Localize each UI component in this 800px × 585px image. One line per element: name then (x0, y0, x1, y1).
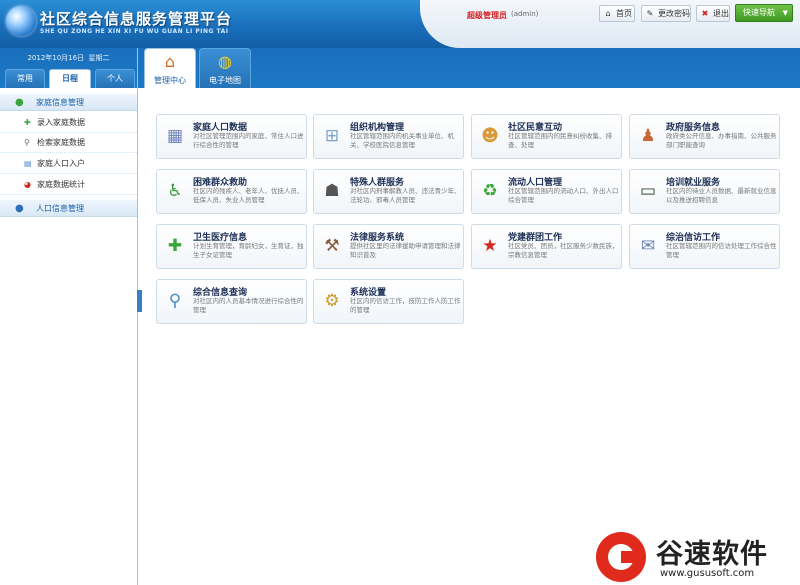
document-icon: ▤ (24, 159, 32, 168)
sidebar-item-label: 家庭数据统计 (37, 180, 85, 189)
module-description: 社区内的待业人员数据、最新就业信息以及推送招聘信息 (666, 187, 777, 204)
sidebar-item-label: 家庭人口入户 (37, 159, 85, 168)
watermark-url: www.gususoft.com (660, 568, 755, 579)
menu-group-population-info[interactable]: ● 人口信息管理 (0, 199, 137, 217)
chevron-down-icon: ▼ (782, 9, 788, 17)
sidebar-tab-personal[interactable]: 个人 (95, 69, 135, 88)
tab-label: 电子地图 (209, 76, 241, 85)
tab-management-center[interactable]: ⌂ 管理中心 (144, 48, 196, 88)
module-description: 对社区管理范围内的家庭、常住人口进行综合性的管理 (193, 132, 304, 149)
logo-globe-icon (6, 6, 36, 36)
module-description: 政府类公开信息、办事指南、公共服务部门职能查询 (666, 132, 777, 149)
date-text: 2012年10月16日 (27, 54, 85, 62)
search-icon: ⚲ (24, 138, 30, 147)
module-card[interactable]: ⚙ 系统设置 社区内的信访工作，技防工作人防工作的管理 (313, 279, 464, 324)
weekday-text: 星期二 (88, 54, 110, 62)
home-button-label: 首页 (616, 9, 632, 18)
module-description: 社区管辖范围内的机关事业单位、机关、学校医院信息管理 (350, 132, 454, 149)
settings-icon: ⚙ (324, 291, 340, 311)
change-password-button[interactable]: ✎ 更改密码 (641, 5, 691, 22)
sidebar-item-enter-family-data[interactable]: ✚ 录入家庭数据 (0, 113, 137, 133)
home-button[interactable]: ⌂ 首页 (599, 5, 635, 22)
pie-chart-icon: ◕ (24, 180, 31, 189)
sidebar: 2012年10月16日 星期二 常用 日程 个人 ● 家庭信息管理 ✚ 录入家庭… (0, 48, 138, 585)
sidebar-item-family-registration[interactable]: ▤ 家庭人口入户 (0, 154, 137, 174)
module-card[interactable]: ⚒ 法律服务系统 提供社区里的法律援助申请管理和法律知识普及 (313, 224, 464, 269)
change-password-label: 更改密码 (658, 9, 690, 18)
quick-nav-button[interactable]: 快速导航 ▼ (735, 4, 793, 22)
module-description: 社区内的残疾人、老年人、优抚人员、低保人员、失业人员管理 (193, 187, 304, 204)
close-icon: ✖ (701, 9, 709, 18)
module-description: 社区党员、团员，社区服务少数民族，宗教信息管理 (508, 242, 619, 259)
sidebar-item-search-family-data[interactable]: ⚲ 检索家庭数据 (0, 133, 137, 153)
watermark: 谷速软件 www.gususoft.com (596, 528, 800, 585)
gavel-icon: ⚒ (324, 236, 340, 256)
module-description: 计划生育管理，育龄妇女，生育证，独生子女证管理 (193, 242, 304, 259)
module-card[interactable]: ✉ 综治信访工作 社区管辖范围内的信访处理工作综合性管理 (629, 224, 780, 269)
menu-group-family-info[interactable]: ● 家庭信息管理 (0, 93, 137, 111)
menu-group-label: 人口信息管理 (36, 204, 84, 213)
org-chart-icon: ⊞ (324, 126, 340, 146)
sidebar-tab-common[interactable]: 常用 (5, 69, 45, 88)
sidebar-item-label: 检索家庭数据 (37, 138, 85, 147)
header: 社区综合信息服务管理平台 SHE QU ZONG HE XIN XI FU WU… (0, 0, 800, 48)
module-card[interactable]: ⊞ 组织机构管理 社区管辖范围内的机关事业单位、机关、学校医院信息管理 (313, 114, 464, 159)
sidebar-item-family-statistics[interactable]: ◕ 家庭数据统计 (0, 175, 137, 195)
module-description: 对社区内刑事解教人员、违法青少年、法轮功、邪毒人员管理 (350, 187, 461, 204)
message-icon: ✉ (640, 236, 656, 256)
module-card[interactable]: ✚ 卫生医疗信息 计划生育管理，育龄妇女，生育证，独生子女证管理 (156, 224, 307, 269)
app-title: 社区综合信息服务管理平台 (40, 10, 233, 28)
menu-group-label: 家庭信息管理 (36, 98, 84, 107)
recycle-icon: ♻ (482, 181, 498, 201)
app-subtitle: SHE QU ZONG HE XIN XI FU WU GUAN LI PING… (40, 28, 229, 35)
tab-electronic-map[interactable]: ◍ 电子地图 (199, 48, 251, 88)
module-card[interactable]: ▭ 培训就业服务 社区内的待业人员数据、最新就业信息以及推送招聘信息 (629, 169, 780, 214)
people-icon: ☻ (481, 126, 499, 146)
add-icon: ✚ (24, 118, 31, 127)
user-green-icon: ● (15, 97, 24, 108)
current-date: 2012年10月16日 星期二 (0, 53, 137, 63)
exit-button-label: 退出 (713, 9, 729, 18)
edit-icon: ✎ (646, 9, 654, 18)
module-card[interactable]: ♿ 困难群众救助 社区内的残疾人、老年人、优抚人员、低保人员、失业人员管理 (156, 169, 307, 214)
main-content: ▦ 家庭人口数据 对社区管理范围内的家庭、常住人口进行综合性的管理 ⊞ 组织机构管理 社区… (142, 88, 800, 585)
official-icon: ♟ (640, 126, 656, 146)
quick-nav-label: 快速导航 (743, 8, 775, 17)
module-card[interactable]: ☗ 特殊人群服务 对社区内刑事解教人员、违法青少年、法轮功、邪毒人员管理 (313, 169, 464, 214)
user-role: 超级管理员 (467, 11, 507, 20)
user-blue-icon: ● (15, 203, 24, 214)
database-icon: ▦ (166, 126, 184, 146)
tab-label: 管理中心 (154, 76, 186, 85)
party-emblem-icon: ★ (482, 236, 498, 256)
main-tabbar: ⌂ 管理中心 ◍ 电子地图 (138, 48, 800, 88)
sidebar-header: 2012年10月16日 星期二 常用 日程 个人 (0, 48, 137, 88)
group-icon: ☗ (324, 181, 340, 201)
sidebar-item-label: 录入家庭数据 (37, 118, 85, 127)
wheelchair-icon: ♿ (167, 181, 183, 201)
module-card[interactable]: ☻ 社区民意互动 社区管辖范围内的民意纠纷收集、排查、处理 (471, 114, 622, 159)
module-description: 社区管辖范围内的民意纠纷收集、排查、处理 (508, 132, 612, 149)
home-icon: ⌂ (164, 52, 176, 71)
module-description: 提供社区里的法律援助申请管理和法律知识普及 (350, 242, 461, 259)
watermark-brand: 谷速软件 (656, 539, 768, 570)
module-card[interactable]: ⚲ 综合信息查询 对社区内的人员基本情况进行综合性的管理 (156, 279, 307, 324)
module-description: 社区内的信访工作，技防工作人防工作的管理 (350, 297, 461, 314)
user-name: (admin) (511, 10, 539, 18)
medical-cross-icon: ✚ (167, 236, 183, 256)
module-card[interactable]: ♟ 政府服务信息 政府类公开信息、办事指南、公共服务部门职能查询 (629, 114, 780, 159)
exit-button[interactable]: ✖ 退出 (696, 5, 730, 22)
module-card[interactable]: ▦ 家庭人口数据 对社区管理范围内的家庭、常住人口进行综合性的管理 (156, 114, 307, 159)
module-description: 对社区内的人员基本情况进行综合性的管理 (193, 297, 304, 314)
home-icon: ⌂ (605, 9, 611, 18)
search-chart-icon: ⚲ (168, 291, 182, 311)
brand-logo-icon (596, 532, 646, 582)
blackboard-icon: ▭ (639, 181, 657, 201)
sidebar-tab-schedule[interactable]: 日程 (49, 69, 91, 88)
module-card[interactable]: ★ 党建群团工作 社区党员、团员，社区服务少数民族，宗教信息管理 (471, 224, 622, 269)
globe-icon: ◍ (218, 52, 232, 71)
module-description: 社区管辖范围内的流动人口、外出人口综合管理 (508, 187, 619, 204)
module-card[interactable]: ♻ 流动人口管理 社区管辖范围内的流动人口、外出人口综合管理 (471, 169, 622, 214)
module-description: 社区管辖范围内的信访处理工作综合性管理 (666, 242, 777, 259)
app-window: 社区综合信息服务管理平台 SHE QU ZONG HE XIN XI FU WU… (0, 0, 800, 585)
